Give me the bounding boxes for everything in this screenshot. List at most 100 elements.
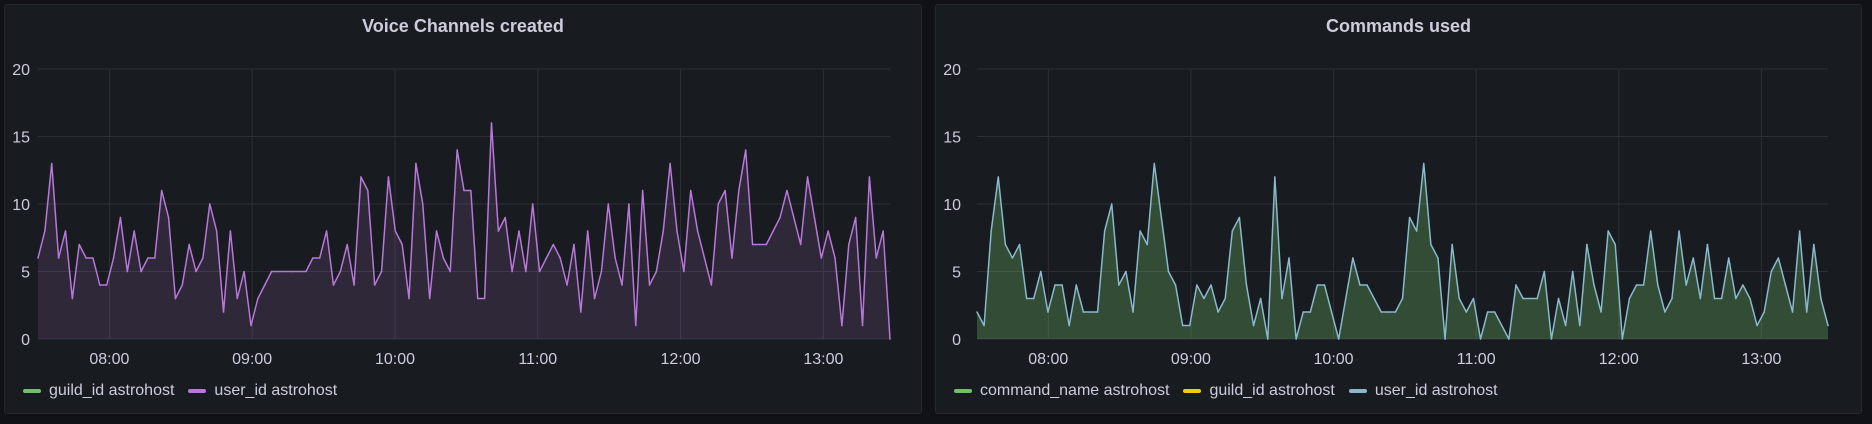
- legend-swatch: [188, 389, 207, 393]
- data-point: [1224, 297, 1227, 300]
- data-point: [1472, 297, 1475, 300]
- data-point: [1288, 257, 1290, 259]
- x-tick-label: 13:00: [803, 351, 843, 368]
- data-point: [834, 257, 836, 259]
- data-point: [408, 297, 410, 300]
- data-point: [1387, 311, 1390, 313]
- data-point: [1649, 230, 1652, 232]
- y-tick-label: 15: [943, 130, 961, 147]
- data-point: [1408, 216, 1411, 219]
- data-point: [1054, 284, 1056, 286]
- data-point: [1344, 297, 1347, 300]
- data-point: [339, 270, 342, 273]
- data-point: [1032, 297, 1035, 300]
- data-point: [380, 270, 383, 273]
- data-point: [861, 324, 864, 327]
- data-point: [1614, 243, 1617, 246]
- legend-item-guild-id[interactable]: guild_id astrohost: [23, 382, 174, 400]
- data-point: [1706, 243, 1709, 246]
- data-point: [1508, 338, 1510, 340]
- data-point: [442, 257, 445, 259]
- data-point: [1515, 284, 1517, 286]
- data-point: [277, 270, 280, 273]
- series-area: [38, 123, 890, 339]
- data-point: [738, 189, 740, 192]
- data-point: [1401, 297, 1404, 300]
- data-point: [1082, 311, 1085, 313]
- data-point: [1011, 257, 1014, 259]
- data-point: [1096, 311, 1099, 313]
- data-point: [1486, 311, 1489, 313]
- data-point: [717, 203, 720, 205]
- data-point: [1536, 297, 1539, 300]
- data-point: [360, 176, 362, 178]
- data-point: [181, 284, 184, 286]
- data-point: [1203, 297, 1205, 300]
- data-point: [1132, 311, 1134, 313]
- legend-label: guild_id astrohost: [49, 382, 175, 399]
- data-point: [1621, 338, 1624, 340]
- data-point: [983, 324, 985, 327]
- data-point: [1571, 270, 1574, 273]
- data-point: [669, 162, 671, 165]
- data-point: [1295, 338, 1297, 340]
- x-tick-label: 13:00: [1741, 351, 1781, 368]
- data-point: [518, 230, 520, 232]
- data-point: [1089, 311, 1092, 313]
- data-point: [1805, 311, 1808, 313]
- data-point: [387, 176, 390, 178]
- legend-item-user-id[interactable]: user_id astrohost: [188, 382, 337, 400]
- data-point: [1820, 297, 1822, 300]
- data-point: [1699, 297, 1702, 300]
- data-point: [882, 230, 884, 232]
- y-tick-label: 0: [952, 332, 961, 349]
- data-point: [1394, 311, 1397, 313]
- data-point: [1578, 324, 1581, 327]
- data-point: [208, 203, 211, 205]
- data-point: [847, 243, 850, 246]
- data-point: [1025, 297, 1028, 300]
- data-point: [793, 216, 795, 219]
- data-point: [1252, 324, 1255, 327]
- data-point: [126, 270, 129, 273]
- data-point: [744, 149, 747, 151]
- data-point: [545, 257, 548, 259]
- data-point: [1245, 284, 1248, 286]
- chart-legend: guild_id astrohost user_id astrohost: [23, 382, 337, 400]
- data-point: [112, 257, 115, 259]
- data-point: [1607, 230, 1609, 232]
- data-point: [167, 216, 170, 219]
- data-point: [1196, 284, 1198, 286]
- data-point: [875, 257, 878, 259]
- x-tick-label: 09:00: [1171, 351, 1211, 368]
- data-point: [1713, 297, 1716, 300]
- y-tick-label: 20: [943, 62, 961, 79]
- data-point: [147, 257, 149, 259]
- data-point: [1735, 297, 1737, 300]
- data-point: [1238, 216, 1241, 219]
- data-point: [1018, 243, 1021, 246]
- data-point: [731, 257, 733, 259]
- data-point: [1266, 338, 1269, 340]
- data-point: [284, 270, 287, 273]
- data-point: [1181, 324, 1184, 327]
- data-point: [827, 230, 829, 232]
- data-point: [1004, 243, 1007, 246]
- data-point: [428, 297, 431, 300]
- data-point: [174, 297, 177, 300]
- y-tick-label: 20: [12, 62, 30, 79]
- legend-item-guild-id[interactable]: guild_id astrohost: [1183, 382, 1335, 400]
- data-point: [119, 216, 122, 219]
- data-point: [1685, 284, 1687, 286]
- data-point: [820, 257, 823, 259]
- data-point: [525, 270, 527, 273]
- data-point: [449, 270, 452, 273]
- legend-item-command-name[interactable]: command_name astrohost: [954, 382, 1169, 400]
- legend-swatch: [954, 389, 972, 393]
- legend-item-user-id[interactable]: user_id astrohost: [1348, 382, 1498, 400]
- data-point: [456, 149, 458, 151]
- data-point: [1564, 324, 1567, 327]
- data-point: [765, 243, 768, 246]
- x-tick-label: 11:00: [518, 351, 557, 368]
- data-point: [483, 297, 486, 300]
